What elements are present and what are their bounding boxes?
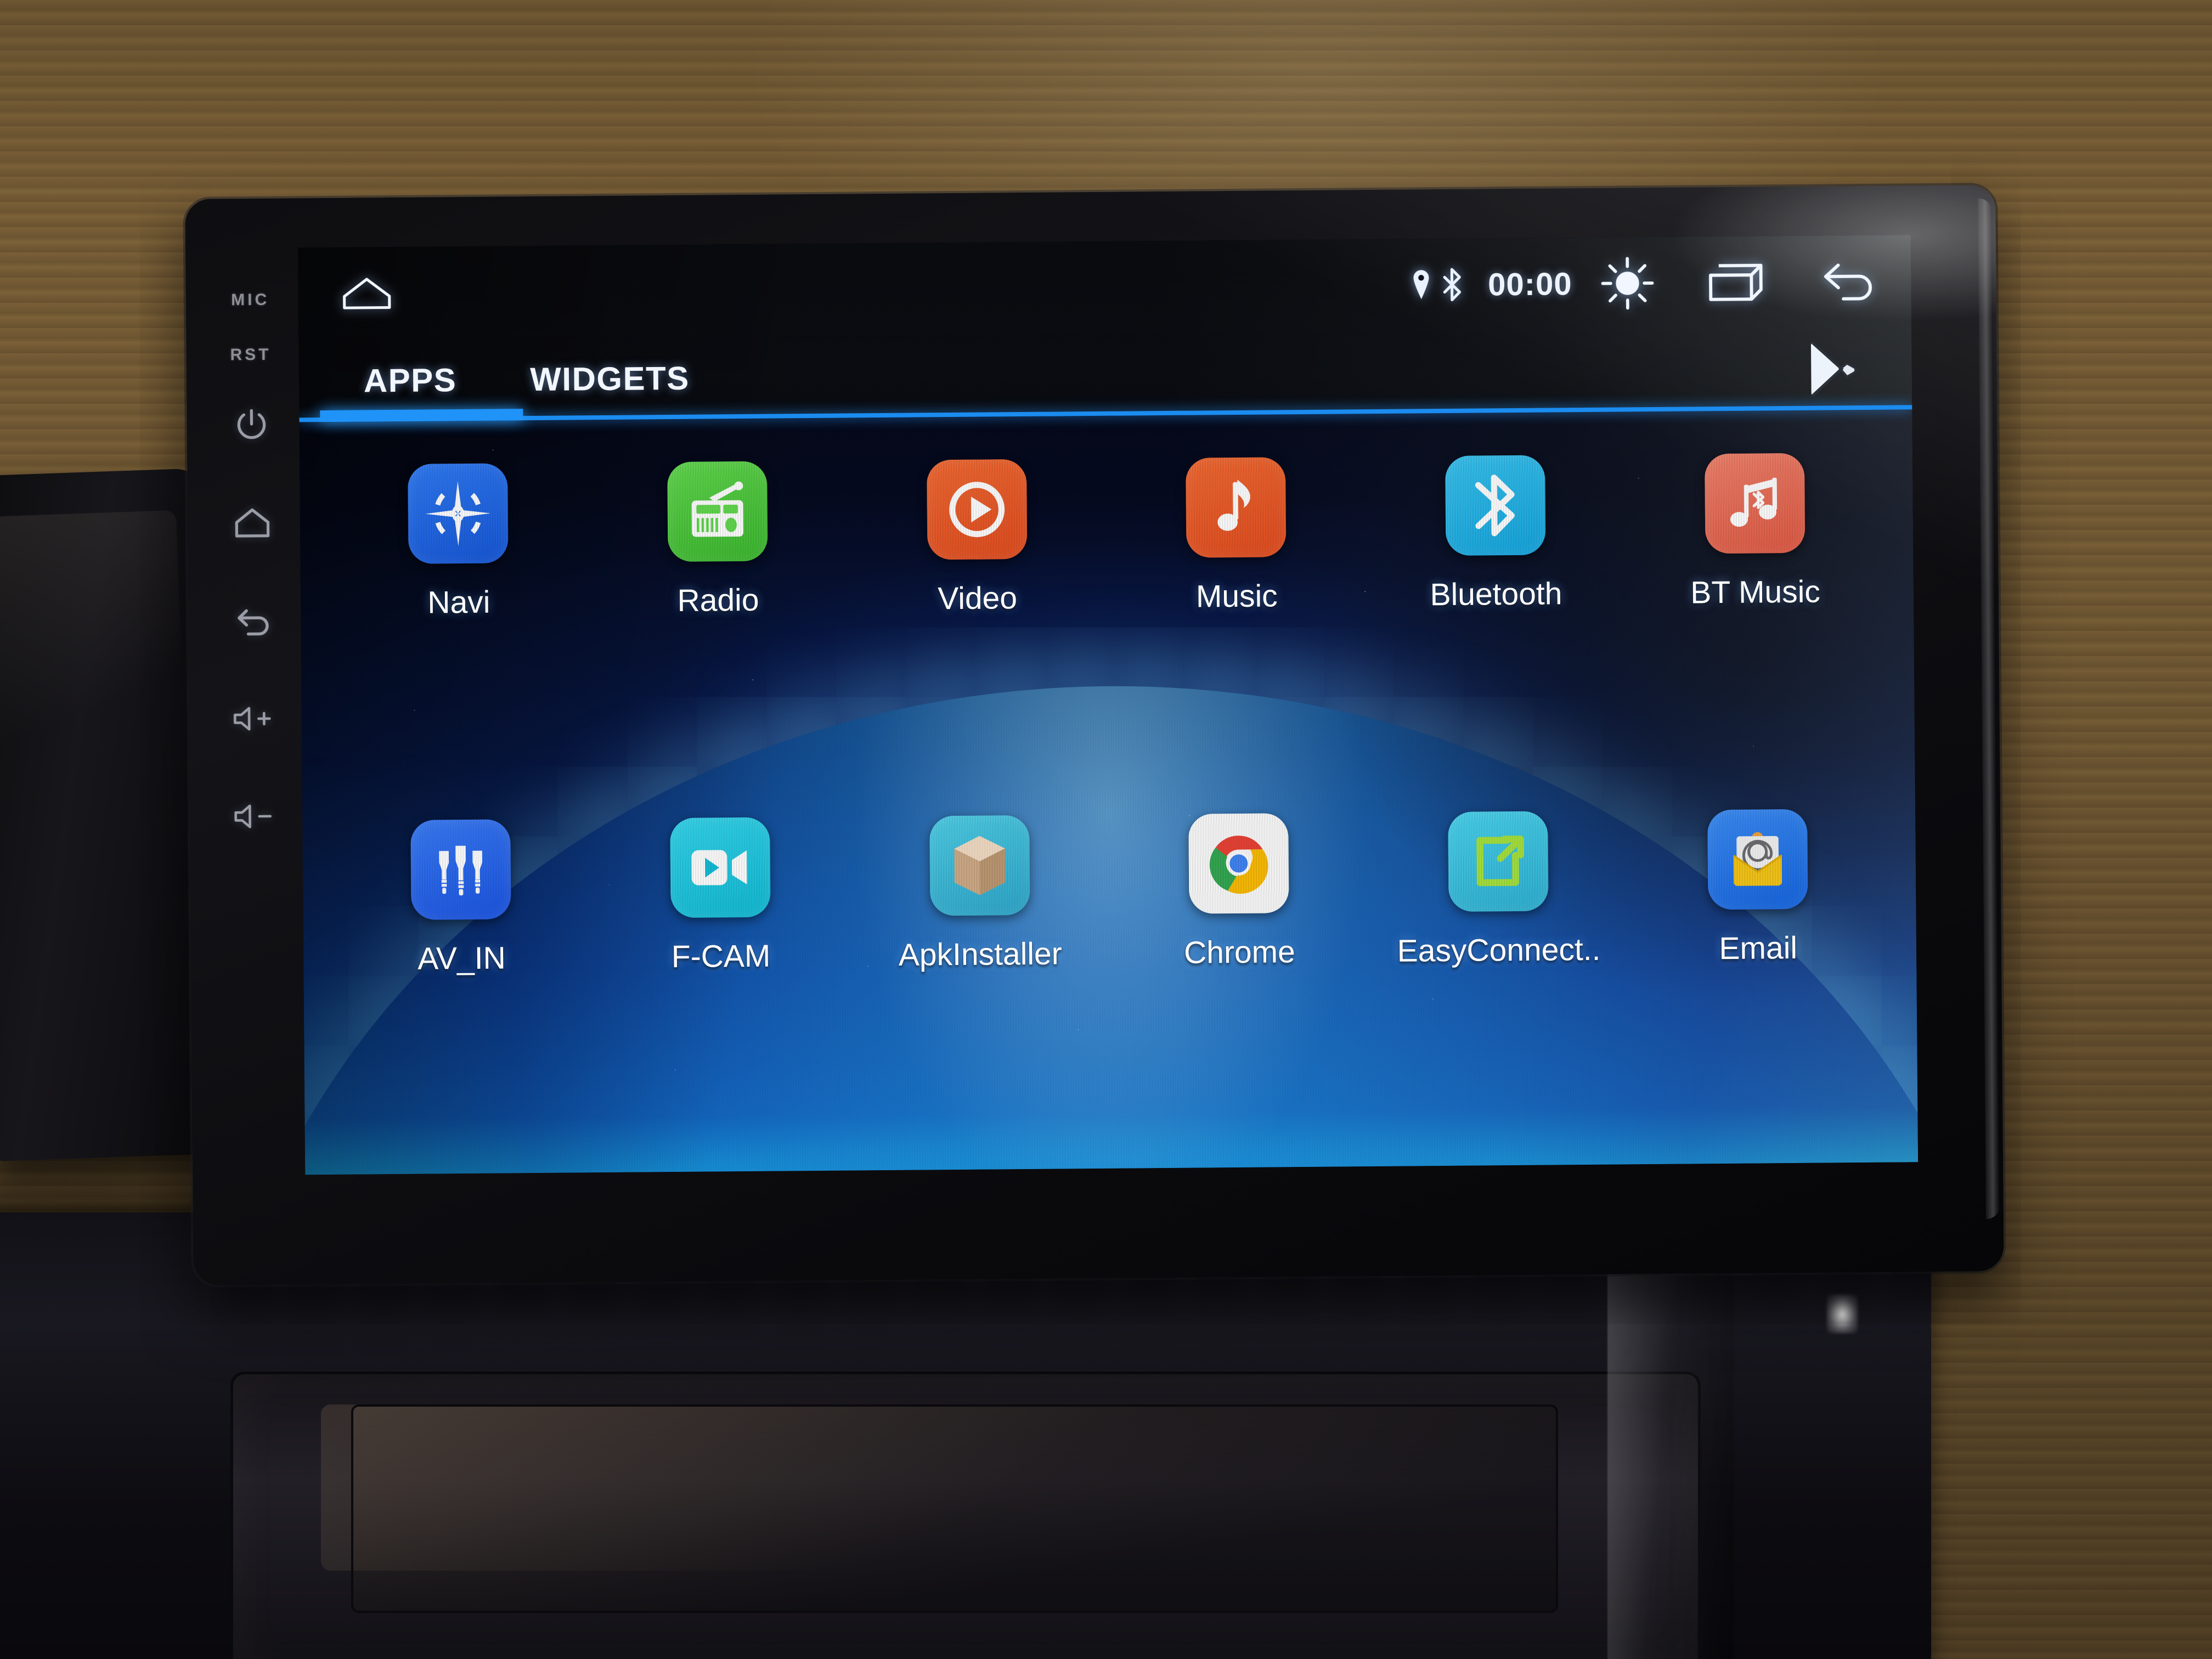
touchscreen-display[interactable]: 00:00 APPS WIDGETS Navi Radio Video Musi…	[297, 235, 1918, 1175]
app-label: Video	[938, 580, 1018, 617]
package-box-icon	[929, 815, 1030, 916]
compass-icon	[408, 463, 509, 564]
dashboard-gloss-highlight	[1607, 1251, 1734, 1659]
app-label: Chrome	[1183, 934, 1296, 970]
screen-cast-icon	[1448, 811, 1549, 912]
power-button[interactable]	[218, 393, 285, 459]
app-item-bluetooth[interactable]: Bluetooth	[1365, 433, 1627, 792]
tab-underline-active	[320, 409, 523, 422]
app-label: BT Music	[1690, 574, 1821, 611]
app-item-av-in[interactable]: AV_IN	[331, 798, 593, 1156]
status-bar: 00:00	[298, 235, 1911, 340]
dashboard-specular-dot	[1827, 1295, 1858, 1333]
bt-music-icon	[1704, 453, 1805, 554]
app-label: Music	[1195, 578, 1278, 614]
app-label: Radio	[677, 582, 759, 618]
app-item-apkinstaller[interactable]: ApkInstaller	[849, 794, 1111, 1152]
app-item-email[interactable]: Email	[1627, 788, 1889, 1146]
location-pin-icon	[1410, 268, 1432, 301]
app-label: Email	[1719, 930, 1798, 967]
volume-up-button[interactable]	[221, 686, 287, 752]
system-icon-group: 00:00	[1410, 253, 1880, 313]
app-item-radio[interactable]: Radio	[587, 440, 849, 798]
music-note-icon	[1186, 457, 1286, 558]
app-item-music[interactable]: Music	[1106, 436, 1368, 794]
rca-connectors-icon	[410, 819, 511, 920]
brightness-icon[interactable]	[1599, 255, 1656, 312]
app-grid: Navi Radio Video Music Bluetooth BT Musi…	[300, 416, 1918, 1175]
app-label: Bluetooth	[1430, 576, 1562, 613]
app-label: F-CAM	[671, 938, 771, 975]
reset-label: RST	[230, 345, 272, 364]
app-label: AV_IN	[417, 940, 506, 977]
mic-label: MIC	[231, 290, 270, 309]
dashboard-inner-opening	[351, 1404, 1558, 1613]
home-outline-icon[interactable]	[331, 266, 403, 321]
play-circle-icon	[926, 459, 1028, 560]
bluetooth-icon	[1445, 455, 1546, 556]
video-camera-icon	[670, 817, 771, 918]
app-item-easyconnect[interactable]: EasyConnect..	[1368, 789, 1630, 1148]
home-button[interactable]	[219, 490, 285, 557]
tab-widgets[interactable]: WIDGETS	[516, 337, 704, 421]
back-button[interactable]	[219, 588, 286, 654]
back-arrow-icon[interactable]	[1814, 256, 1880, 307]
volume-down-button[interactable]	[221, 783, 287, 850]
radio-icon	[667, 461, 768, 562]
app-label: EasyConnect..	[1397, 932, 1601, 969]
envelope-at-icon	[1707, 809, 1808, 910]
app-label: Navi	[427, 584, 490, 620]
app-item-bt-music[interactable]: BT Music	[1624, 432, 1887, 790]
recents-icon[interactable]	[1703, 258, 1769, 307]
app-item-chrome[interactable]: Chrome	[1109, 792, 1371, 1150]
app-item-video[interactable]: Video	[847, 438, 1109, 796]
car-head-unit: MIC RST 00:00 APPS WIDGETS Navi Radio Vi…	[185, 185, 2004, 1285]
app-item-f-cam[interactable]: F-CAM	[590, 796, 853, 1154]
app-item-navi[interactable]: Navi	[328, 442, 590, 800]
clock: 00:00	[1487, 266, 1572, 302]
bluetooth-icon	[1440, 267, 1464, 302]
chrome-icon	[1188, 813, 1289, 914]
google-play-icon[interactable]	[1799, 338, 1869, 400]
app-label: ApkInstaller	[898, 936, 1062, 973]
